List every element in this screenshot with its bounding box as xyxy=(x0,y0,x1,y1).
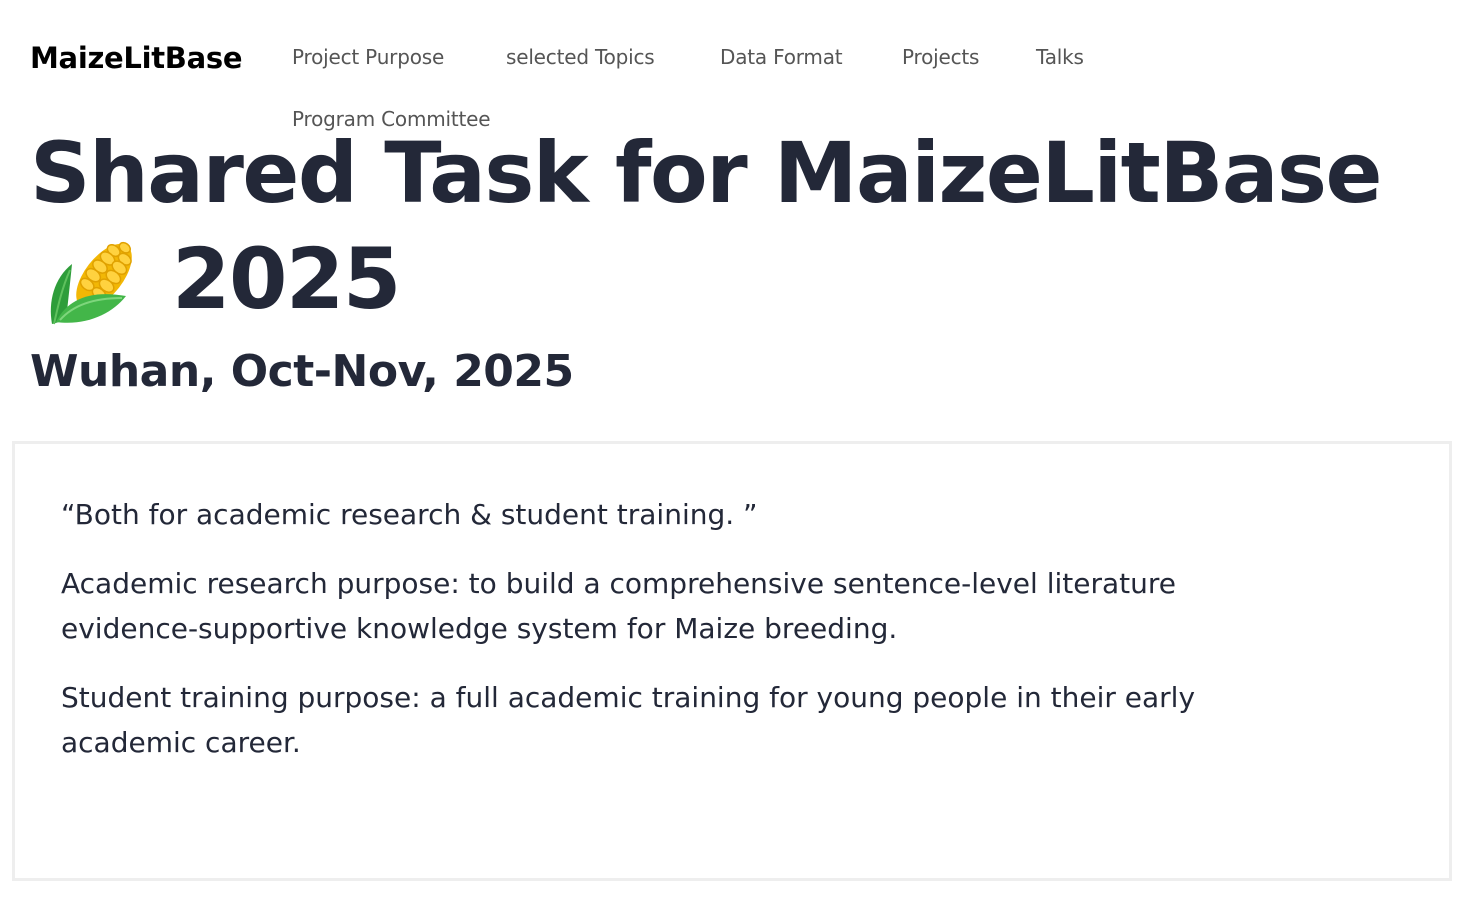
event-location-date: Wuhan, Oct-Nov, 2025 xyxy=(30,346,574,397)
nav-projects[interactable]: Projects xyxy=(902,45,979,69)
training-purpose-text: Student training purpose: a full academi… xyxy=(61,681,1196,759)
nav-selected-topics[interactable]: selected Topics xyxy=(506,45,655,69)
corn-icon xyxy=(46,232,138,328)
purpose-quote: “Both for academic research & student tr… xyxy=(61,498,758,531)
site-brand-link[interactable]: MaizeLitBase xyxy=(30,41,243,75)
page-title-year: 2025 xyxy=(172,230,401,328)
page-title: Shared Task for MaizeLitBase xyxy=(30,124,1383,222)
research-purpose-text: Academic research purpose: to build a co… xyxy=(61,567,1176,645)
nav-data-format[interactable]: Data Format xyxy=(720,45,843,69)
nav-project-purpose[interactable]: Project Purpose xyxy=(292,45,444,69)
purpose-card: “Both for academic research & student tr… xyxy=(12,441,1452,881)
nav-talks[interactable]: Talks xyxy=(1036,45,1084,69)
